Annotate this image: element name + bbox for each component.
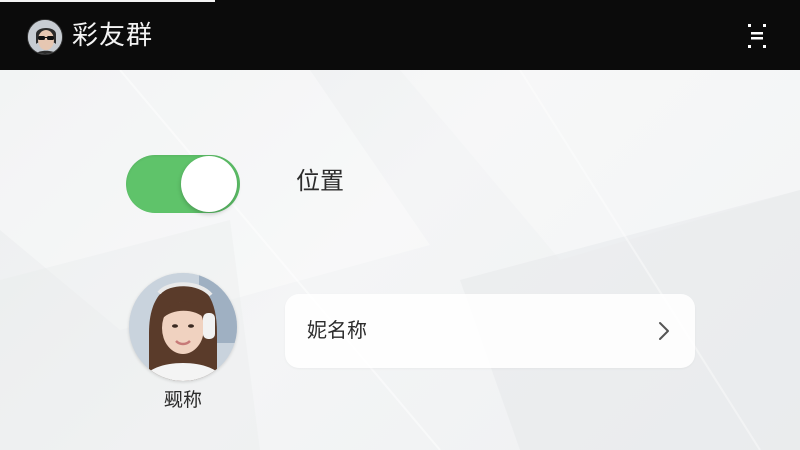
nickname-row[interactable]: 妮名称 <box>285 294 695 368</box>
avatar-caption: 觋称 <box>163 389 202 411</box>
sunglasses-avatar-icon <box>28 20 62 54</box>
top-edge-highlight <box>0 0 215 2</box>
location-toggle[interactable] <box>126 155 240 213</box>
woman-portrait-icon <box>129 273 237 381</box>
nickname-label: 妮名称 <box>307 318 367 342</box>
chevron-right-icon <box>659 322 669 340</box>
top-bar: 彩友群 <box>0 0 800 70</box>
group-avatar-icon[interactable] <box>27 19 63 55</box>
settings-panel: 位置 觋称 妮名称 <box>0 70 800 450</box>
background-pattern <box>0 70 800 450</box>
menu-icon <box>748 24 766 48</box>
app-title: 彩友群 <box>72 21 154 51</box>
toggle-knob <box>181 156 237 212</box>
location-label: 位置 <box>296 167 344 195</box>
menu-button[interactable] <box>740 20 774 50</box>
profile-avatar[interactable] <box>129 273 237 381</box>
